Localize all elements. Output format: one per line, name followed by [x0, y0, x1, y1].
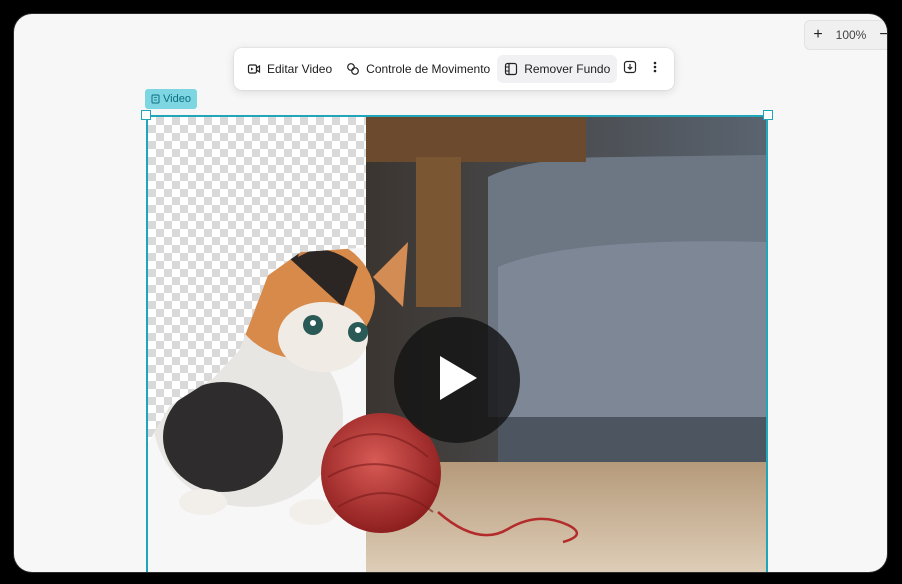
- app-window: + 100% − Editar Video Controle de Movime…: [14, 14, 887, 572]
- video-frame[interactable]: [146, 115, 768, 572]
- zoom-level: 100%: [835, 28, 867, 42]
- remove-background-label: Remover Fundo: [524, 62, 611, 76]
- floating-toolbar: Editar Video Controle de Movimento Remov…: [234, 48, 674, 90]
- motion-control-label: Controle de Movimento: [366, 62, 491, 76]
- more-options-button[interactable]: [643, 55, 668, 83]
- play-icon: [434, 353, 480, 408]
- video-file-icon: [151, 94, 160, 104]
- edit-video-button[interactable]: Editar Video: [240, 55, 339, 83]
- motion-control-icon: [346, 62, 360, 76]
- resize-handle-top-left[interactable]: [141, 110, 151, 120]
- motion-control-button[interactable]: Controle de Movimento: [339, 55, 497, 83]
- zoom-out-button[interactable]: −: [871, 26, 887, 44]
- edit-video-label: Editar Video: [267, 62, 333, 76]
- video-tag-label: Video: [163, 93, 191, 105]
- play-button[interactable]: [394, 317, 520, 443]
- download-icon: [623, 60, 637, 79]
- edit-video-icon: [247, 62, 261, 76]
- more-vertical-icon: [653, 60, 657, 79]
- remove-background-button[interactable]: Remover Fundo: [497, 55, 618, 83]
- zoom-control: + 100% −: [804, 20, 887, 50]
- video-layer-tag[interactable]: Video: [145, 89, 197, 109]
- resize-handle-top-right[interactable]: [763, 110, 773, 120]
- download-button[interactable]: [617, 55, 642, 83]
- remove-background-icon: [504, 62, 518, 76]
- zoom-in-button[interactable]: +: [805, 26, 831, 44]
